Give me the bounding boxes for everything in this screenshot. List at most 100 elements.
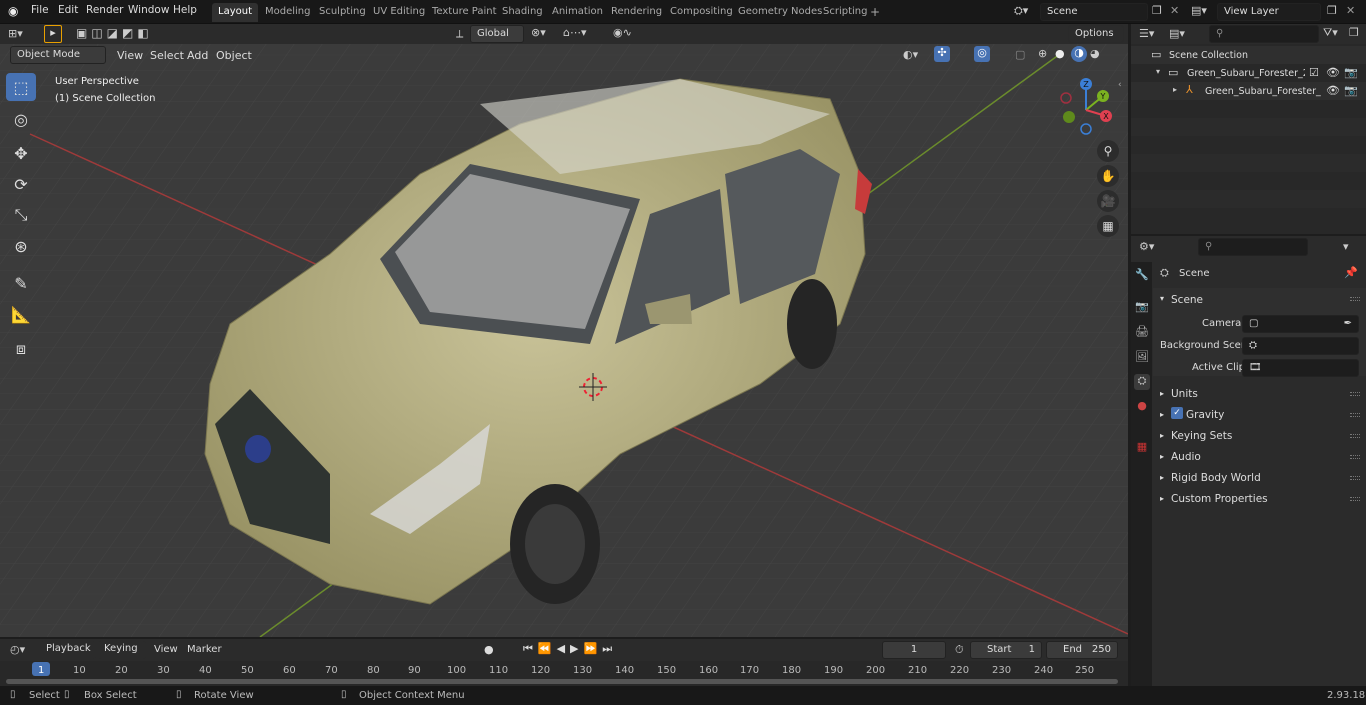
tool-tab-icon[interactable]: 🔧 [1134,268,1150,284]
shading-solid-icon[interactable]: ● [1055,47,1065,60]
shading-material-icon[interactable]: ◑ [1071,46,1087,62]
units-arrow-icon[interactable]: ▸ [1160,389,1164,398]
expand-arrow-icon[interactable]: ▾ [1156,67,1160,76]
playback-menu[interactable]: Playback [40,641,96,659]
background-scene-field[interactable]: ⛭ [1242,337,1359,355]
view-layer-close-icon[interactable]: ✕ [1346,4,1355,17]
transform-tool[interactable]: ⊛ [6,232,36,260]
current-frame-field[interactable]: 1 [882,641,946,659]
ortho-grid-icon[interactable]: ▦ [1097,215,1119,237]
timeline-view-menu[interactable]: View [154,644,178,655]
texture-tab-icon[interactable]: ▦ [1134,440,1150,456]
properties-options-icon[interactable]: ▾ [1343,240,1349,253]
move-tool[interactable]: ✥ [6,139,36,167]
pivot-icon[interactable]: ⊗▾ [531,26,546,39]
start-frame-field[interactable]: Start 1 [970,641,1042,659]
select-box-tool[interactable]: ⬚ [6,73,36,101]
tab-texture-paint[interactable]: Texture Paint [426,3,503,22]
view-layer-field[interactable]: View Layer [1217,3,1321,21]
outliner-item-collection[interactable]: Green_Subaru_Forester_2001 [1187,68,1305,79]
menu-render[interactable]: Render [86,4,123,16]
menu-select[interactable]: Select [150,49,184,62]
select-mode-icons[interactable]: ▣◫◪◩◧ [76,26,153,40]
camera-view-icon[interactable]: 🎥 [1097,190,1119,212]
render-tab-icon[interactable]: 📷 [1134,300,1150,316]
cursor-tool[interactable]: ◎ [6,105,36,133]
visibility-icon[interactable]: ◐▾ [903,48,918,61]
measure-tool[interactable]: 📐 [6,300,36,328]
shading-rendered-icon[interactable]: ◕ [1090,47,1100,60]
menu-view[interactable]: View [117,49,143,62]
orientation-icon[interactable]: ⟂ [456,27,463,41]
view-layer-tab-icon[interactable]: 🖼 [1134,350,1150,366]
view-layer-new-icon[interactable]: ❐ [1327,4,1337,17]
pan-hand-icon[interactable]: ✋ [1097,165,1119,187]
scene-section-header[interactable]: Scene [1171,294,1203,306]
keying-menu[interactable]: Keying [98,641,146,659]
timeline-marker-menu[interactable]: Marker [187,644,222,655]
rotate-tool[interactable]: ⟳ [6,170,36,198]
navigation-gizmo[interactable]: Z Y X [1058,76,1118,136]
outliner-scene-collection[interactable]: Scene Collection [1169,50,1248,61]
add-cube-tool[interactable]: ⧈ [6,335,36,363]
tab-uv-editing[interactable]: UV Editing [367,3,431,22]
outliner-new-collection-icon[interactable]: ❐ [1349,26,1359,39]
transform-orientation-select[interactable]: Global [470,25,524,43]
tab-sculpting[interactable]: Sculpting [313,3,372,22]
scene-tab-icon[interactable]: ⛭ [1134,374,1150,390]
blender-logo-icon[interactable]: ◉ [8,4,18,18]
xray-icon[interactable]: ▢ [1015,48,1025,61]
tab-rendering[interactable]: Rendering [605,3,668,22]
output-tab-icon[interactable]: 🖨 [1134,325,1150,341]
audio-arrow-icon[interactable]: ▸ [1160,452,1164,461]
world-tab-icon[interactable]: ● [1134,399,1150,415]
pin-icon[interactable]: 📌 [1344,266,1358,279]
scene-new-icon[interactable]: ❐ [1152,4,1162,17]
scene-name-field[interactable]: Scene [1040,3,1148,21]
proportional-edit-icon[interactable]: ◉∿ [613,26,632,39]
panel-units[interactable]: Units [1171,388,1198,400]
panel-rigid-body-world[interactable]: Rigid Body World [1171,472,1261,484]
grip-icon[interactable] [1350,392,1360,396]
outliner-editor-icon[interactable]: ☰▾ [1139,27,1154,40]
shading-wireframe-icon[interactable]: ⊕ [1038,47,1047,60]
scene-browse-icon[interactable]: ⛭▾ [1014,4,1028,18]
menu-edit[interactable]: Edit [58,4,78,16]
keying-sets-arrow-icon[interactable]: ▸ [1160,431,1164,440]
tab-animation[interactable]: Animation [546,3,609,22]
menu-help[interactable]: Help [173,4,197,16]
grip-icon[interactable] [1350,297,1360,301]
panel-gravity[interactable]: Gravity [1186,409,1224,421]
menu-add[interactable]: Add [187,49,208,62]
zoom-icon[interactable]: ⚲ [1097,140,1119,162]
tab-layout[interactable]: Layout [212,3,258,22]
grip-icon[interactable] [1350,434,1360,438]
camera-field[interactable]: ▢ ✒ [1242,315,1359,333]
overlay-toggle-icon[interactable]: ◎ [974,46,990,62]
grip-icon[interactable] [1350,413,1360,417]
visibility-eye-icon[interactable]: 👁 [1326,66,1340,79]
tab-scripting[interactable]: Scripting [817,3,873,22]
add-workspace-icon[interactable]: + [870,5,880,19]
outliner-display-icon[interactable]: ▤▾ [1169,27,1185,40]
menu-object[interactable]: Object [216,49,252,62]
panel-audio[interactable]: Audio [1171,451,1201,463]
expand-arrow-icon[interactable]: ▸ [1173,85,1177,94]
render-camera-icon[interactable]: 📷 [1344,84,1358,97]
snap-icon[interactable]: ⌂⋯▾ [563,26,587,39]
3d-viewport[interactable]: ⊞▾ ▸ ▣◫◪◩◧ ⟂ Global ⊗▾ ⌂⋯▾ ◉∿ Options Ob… [0,24,1128,637]
sidebar-toggle-icon[interactable]: ‹ [1118,80,1122,90]
outliner-filter-icon[interactable]: ⛛▾ [1323,26,1338,40]
checkbox-icon[interactable]: ☑ [1309,66,1319,79]
grip-icon[interactable] [1350,476,1360,480]
end-frame-field[interactable]: End 250 [1046,641,1118,659]
select-tool-icon[interactable]: ▸ [44,25,62,43]
visibility-eye-icon[interactable]: 👁 [1326,84,1340,97]
view-layer-browse-icon[interactable]: ▤▾ [1191,4,1207,17]
rigid-body-arrow-icon[interactable]: ▸ [1160,473,1164,482]
scene-close-icon[interactable]: ✕ [1170,4,1179,17]
scene-section-arrow-icon[interactable]: ▾ [1160,294,1164,303]
playback-controls-icons[interactable]: ⏮⏪◀▶⏩⏭ [523,642,617,656]
timeline-scrollbar[interactable] [6,679,1118,684]
properties-editor-icon[interactable]: ⚙▾ [1139,240,1154,253]
